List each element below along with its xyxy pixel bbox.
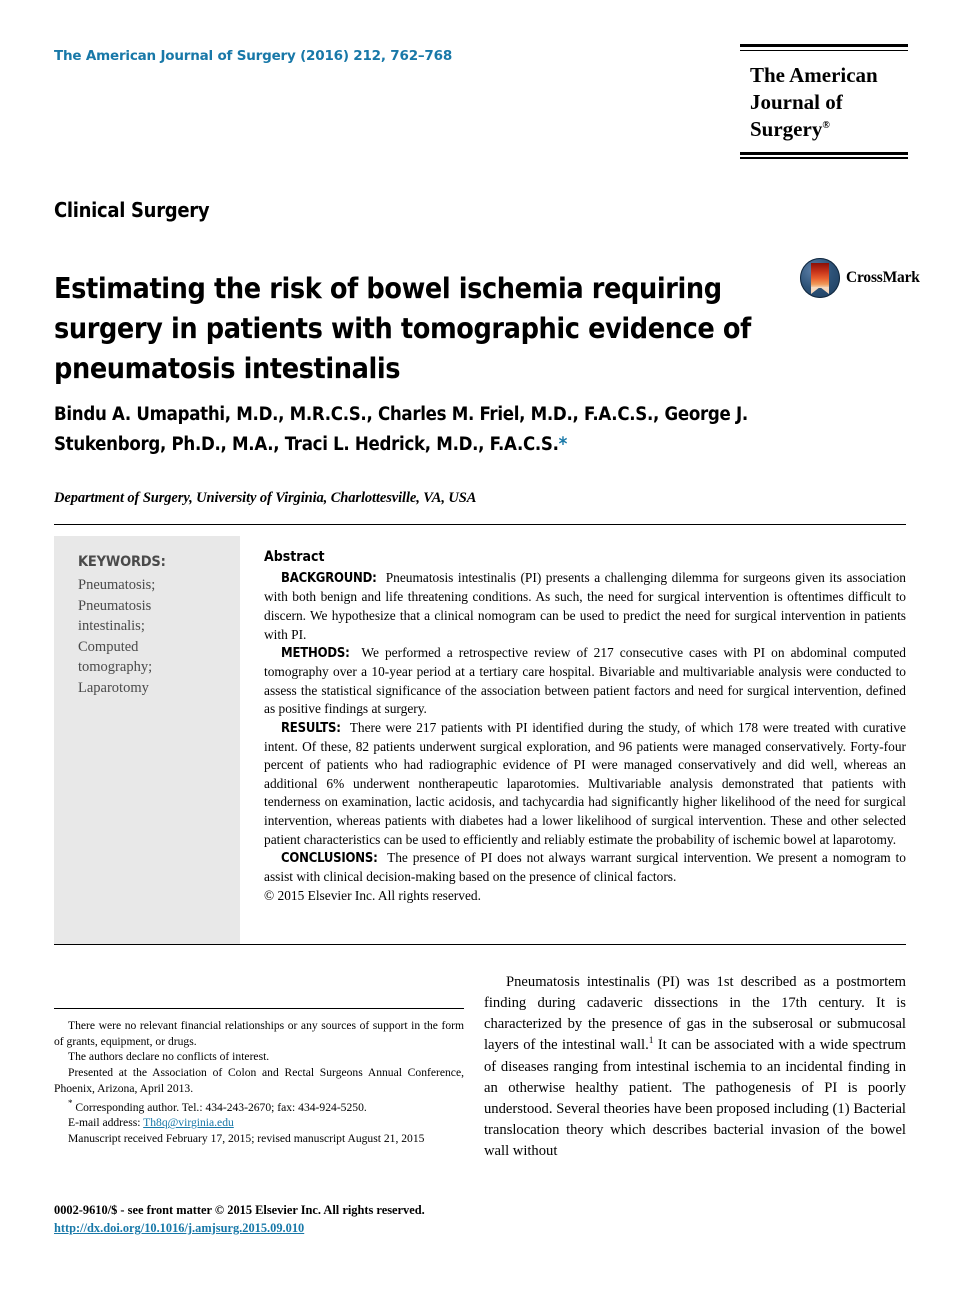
- abstract-methods: METHODS: We performed a retrospective re…: [264, 644, 906, 719]
- author-names: Bindu A. Umapathi, M.D., M.R.C.S., Charl…: [54, 404, 748, 455]
- abstract-results-text: There were 217 patients with PI identifi…: [264, 719, 906, 847]
- asterisk-icon: *: [68, 1097, 73, 1108]
- journal-reference: The American Journal of Surgery (2016) 2…: [54, 48, 453, 64]
- issn-copyright-line: 0002-9610/$ - see front matter © 2015 El…: [54, 1203, 425, 1217]
- author-list: Bindu A. Umapathi, M.D., M.R.C.S., Charl…: [54, 400, 814, 460]
- divider-above-footnotes: [54, 1008, 464, 1009]
- logo-rule-bottom-thin: [740, 157, 908, 159]
- logo-line-1: The American: [750, 63, 878, 87]
- masthead: The American Journal of Surgery (2016) 2…: [54, 48, 754, 64]
- body-paragraph-1-part-b: It can be associated with a wide spectru…: [484, 1037, 906, 1160]
- abstract-methods-label: METHODS:: [281, 646, 350, 662]
- crossmark-label: CrossMark: [846, 269, 920, 286]
- keyword-item: Laparotomy: [78, 679, 149, 696]
- keywords-heading: KEYWORDS:: [78, 554, 166, 570]
- abstract-results: RESULTS: There were 217 patients with PI…: [264, 719, 906, 849]
- page-footer: 0002-9610/$ - see front matter © 2015 El…: [54, 1202, 614, 1238]
- keyword-item: tomography;: [78, 659, 153, 676]
- footnote-conflicts: The authors declare no conflicts of inte…: [68, 1050, 270, 1064]
- logo-rule-top-thick: [740, 44, 908, 47]
- logo-line-2: Journal of Surgery®: [750, 89, 843, 141]
- footnote-funding: There were no relevant financial relatio…: [54, 1019, 464, 1048]
- page-title: Estimating the risk of bowel ischemia re…: [54, 272, 751, 385]
- footnote-corresponding-author: * Corresponding author. Tel.: 434-243-26…: [54, 1097, 464, 1116]
- journal-logo: The American Journal of Surgery®: [740, 44, 908, 159]
- corresponding-author-marker: *: [558, 433, 568, 455]
- abstract-results-label: RESULTS:: [281, 720, 341, 736]
- logo-wordmark: The American Journal of Surgery®: [740, 51, 908, 152]
- footnote-manuscript-dates: Manuscript received February 17, 2015; r…: [68, 1131, 425, 1145]
- logo-rule-bottom-thick: [740, 151, 908, 155]
- footnote-presented: Presented at the Association of Colon an…: [54, 1066, 464, 1095]
- abstract-conclusions-label: CONCLUSIONS:: [281, 851, 378, 867]
- abstract-section: Abstract BACKGROUND: Pneumatosis intesti…: [264, 548, 906, 905]
- body-text-column: Pneumatosis intestinalis (PI) was 1st de…: [484, 972, 906, 1162]
- doi-link[interactable]: http://dx.doi.org/10.1016/j.amjsurg.2015…: [54, 1221, 304, 1235]
- abstract-methods-text: We performed a retrospective review of 2…: [264, 645, 906, 717]
- email-label: E-mail address:: [68, 1116, 141, 1130]
- body-paragraph-1: Pneumatosis intestinalis (PI) was 1st de…: [484, 972, 906, 1162]
- journal-article-page: The American Journal of Surgery (2016) 2…: [0, 0, 960, 1290]
- divider-above-abstract: [54, 524, 906, 525]
- footnotes-section: There were no relevant financial relatio…: [54, 1018, 464, 1146]
- section-label: Clinical Surgery: [54, 198, 210, 222]
- footnote-email: E-mail address: Th8q@virginia.edu: [54, 1115, 464, 1131]
- logo-registered-mark: ®: [822, 119, 830, 131]
- divider-below-abstract: [54, 944, 906, 945]
- citation-reference[interactable]: 1: [649, 1037, 654, 1047]
- keywords-panel: KEYWORDS: Pneumatosis; Pneumatosis intes…: [54, 536, 240, 944]
- keyword-item: intestinalis;: [78, 618, 145, 635]
- crossmark-icon: [800, 258, 840, 298]
- keyword-item: Pneumatosis;: [78, 577, 156, 593]
- crossmark-badge[interactable]: CrossMark: [800, 258, 920, 298]
- affiliation: Department of Surgery, University of Vir…: [54, 490, 477, 506]
- keyword-item: Pneumatosis: [78, 597, 152, 614]
- abstract-copyright: © 2015 Elsevier Inc. All rights reserved…: [264, 887, 481, 903]
- crossmark-bookmark-shape: [811, 263, 829, 294]
- footnote-corresponding-text: Corresponding author. Tel.: 434-243-2670…: [75, 1100, 367, 1114]
- abstract-background: BACKGROUND: Pneumatosis intestinalis (PI…: [264, 569, 906, 644]
- email-link[interactable]: Th8q@virginia.edu: [143, 1116, 234, 1129]
- keyword-item: Computed: [78, 638, 139, 655]
- abstract-conclusions: CONCLUSIONS: The presence of PI does not…: [264, 849, 906, 887]
- abstract-heading: Abstract: [264, 549, 325, 565]
- abstract-background-label: BACKGROUND:: [281, 571, 377, 587]
